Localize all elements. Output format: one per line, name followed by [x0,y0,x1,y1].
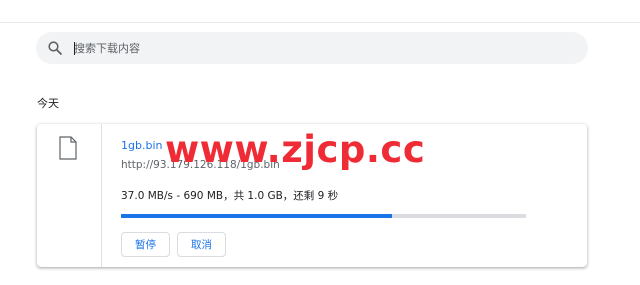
file-icon [59,136,77,160]
search-icon [47,40,63,56]
file-icon-column [37,124,102,267]
date-group-header: 今天 [37,97,59,110]
progress-bar-fill [121,214,393,218]
search-input[interactable] [74,32,574,64]
text-caret [74,42,75,55]
progress-bar [121,214,526,218]
cancel-button[interactable]: 取消 [177,232,226,257]
file-name-link[interactable]: 1gb.bin [121,139,162,152]
download-status: 37.0 MB/s - 690 MB，共 1.0 GB，还剩 9 秒 [121,190,339,202]
pause-button[interactable]: 暂停 [121,232,170,257]
search-box[interactable] [36,32,588,64]
top-bar [0,0,640,23]
watermark-text: www.zjcp.cc [165,128,426,171]
download-item-card: 1gb.bin http://93.179.126.118/1gb.bin ww… [37,124,587,267]
